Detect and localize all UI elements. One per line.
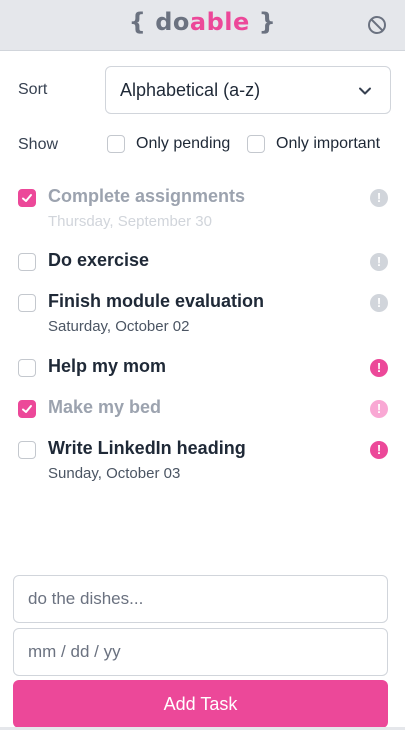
task-date: Sunday, October 03 [48, 465, 181, 482]
task-title: Do exercise [48, 250, 150, 270]
task-checkbox[interactable] [18, 294, 36, 312]
logo-open-brace: { [128, 8, 147, 36]
only-important-checkbox[interactable] [247, 135, 265, 153]
important-toggle-icon[interactable]: ! [370, 441, 388, 459]
task-checkbox[interactable] [18, 189, 36, 207]
important-toggle-icon[interactable]: ! [370, 189, 388, 207]
important-toggle-icon[interactable]: ! [370, 400, 388, 418]
task-title: Finish module evaluation [48, 291, 265, 311]
only-pending-checkbox[interactable] [107, 135, 125, 153]
task-title: Complete assignments [48, 186, 246, 206]
app-header: { doable } [0, 0, 405, 51]
sort-selected-value: Alphabetical (a-z) [120, 80, 261, 100]
logout-button[interactable] [367, 15, 387, 35]
logo-able: able [189, 8, 250, 36]
filter-only-pending[interactable]: Only pending [107, 135, 230, 153]
task-title: Help my mom [48, 356, 167, 376]
only-important-label: Only important [276, 135, 381, 152]
task-title: Make my bed [48, 397, 162, 417]
task-date-input[interactable] [13, 628, 388, 676]
sort-row: Sort Alphabetical (a-z) [0, 66, 405, 114]
check-icon [22, 194, 32, 202]
app-logo: { doable } [0, 8, 405, 36]
chevron-down-icon [359, 87, 371, 95]
task-name-input[interactable] [13, 575, 388, 623]
important-toggle-icon[interactable]: ! [370, 294, 388, 312]
only-pending-label: Only pending [136, 135, 231, 152]
check-icon [22, 405, 32, 413]
important-toggle-icon[interactable]: ! [370, 359, 388, 377]
add-task-button[interactable]: Add Task [13, 680, 388, 728]
sort-label: Sort [18, 81, 48, 98]
show-row: Show Only pending Only important [0, 133, 405, 157]
sort-select[interactable]: Alphabetical (a-z) [105, 66, 391, 114]
circle-slash-icon [368, 16, 386, 34]
task-checkbox[interactable] [18, 253, 36, 271]
task-date: Saturday, October 02 [48, 318, 190, 335]
task-title: Write LinkedIn heading [48, 438, 246, 458]
task-checkbox[interactable] [18, 441, 36, 459]
task-checkbox[interactable] [18, 400, 36, 418]
logo-do: do [155, 8, 190, 36]
filter-only-important[interactable]: Only important [247, 135, 380, 153]
show-label: Show [18, 136, 59, 153]
important-toggle-icon[interactable]: ! [370, 253, 388, 271]
logo-close-brace: } [258, 8, 277, 36]
task-date: Thursday, September 30 [48, 213, 212, 230]
task-checkbox[interactable] [18, 359, 36, 377]
new-task-form: Add Task [13, 575, 388, 728]
